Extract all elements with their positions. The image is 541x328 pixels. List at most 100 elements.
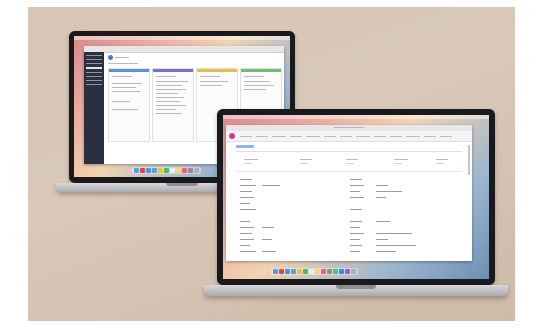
photos-icon[interactable] bbox=[297, 269, 302, 274]
field-label bbox=[240, 179, 252, 180]
field-label bbox=[350, 179, 362, 180]
field-label bbox=[240, 185, 256, 186]
card-text bbox=[200, 85, 222, 86]
field-label bbox=[350, 233, 364, 234]
toolbar-item[interactable] bbox=[390, 136, 402, 137]
menu-bar bbox=[74, 36, 290, 40]
card-text bbox=[200, 81, 228, 82]
card-text bbox=[112, 83, 142, 84]
field-value[interactable] bbox=[376, 221, 390, 222]
safari-icon[interactable] bbox=[146, 168, 151, 173]
mail-icon[interactable] bbox=[291, 269, 296, 274]
calendar-icon[interactable] bbox=[170, 168, 175, 173]
field-label bbox=[240, 191, 252, 192]
sidebar-item[interactable] bbox=[86, 63, 102, 64]
field-label bbox=[240, 245, 250, 246]
field-label bbox=[240, 227, 254, 228]
toolbar-item[interactable] bbox=[256, 136, 268, 137]
field-value[interactable] bbox=[376, 191, 402, 192]
safari-icon[interactable] bbox=[285, 269, 290, 274]
field-label bbox=[350, 227, 360, 228]
app-store-icon[interactable] bbox=[339, 269, 344, 274]
column-title bbox=[200, 76, 220, 77]
toolbar-item[interactable] bbox=[240, 136, 252, 137]
toolbar-item[interactable] bbox=[290, 136, 302, 137]
finder-icon[interactable] bbox=[134, 168, 139, 173]
dock bbox=[132, 167, 201, 174]
settings-icon[interactable] bbox=[188, 168, 193, 173]
field-value[interactable] bbox=[376, 185, 388, 186]
calendar-icon[interactable] bbox=[309, 269, 314, 274]
toolbar-item[interactable] bbox=[324, 136, 336, 137]
finder-icon[interactable] bbox=[273, 269, 278, 274]
field-value[interactable] bbox=[376, 239, 388, 240]
toolbar-item[interactable] bbox=[424, 136, 436, 137]
app-logo-icon bbox=[229, 133, 235, 139]
section-tab[interactable] bbox=[236, 145, 254, 148]
sidebar-item[interactable] bbox=[86, 76, 102, 77]
laptop-front bbox=[204, 109, 508, 309]
sidebar-item[interactable] bbox=[86, 55, 102, 56]
field-label bbox=[240, 233, 252, 234]
field-value[interactable] bbox=[262, 227, 274, 228]
column-title bbox=[244, 76, 264, 77]
column-header-bar bbox=[153, 69, 193, 72]
laptop-front-display bbox=[217, 109, 495, 285]
sidebar-item[interactable] bbox=[86, 84, 102, 85]
field-label bbox=[350, 245, 362, 246]
card-text bbox=[156, 101, 180, 102]
product-photo bbox=[28, 7, 515, 321]
music-icon[interactable] bbox=[321, 269, 326, 274]
field-value[interactable] bbox=[376, 233, 412, 234]
field-label bbox=[350, 221, 362, 222]
mail-icon[interactable] bbox=[152, 168, 157, 173]
card-text bbox=[156, 85, 182, 86]
notes-icon[interactable] bbox=[176, 168, 181, 173]
notes-icon[interactable] bbox=[315, 269, 320, 274]
music-icon[interactable] bbox=[182, 168, 187, 173]
card-text bbox=[156, 81, 188, 82]
sidebar-item[interactable] bbox=[86, 72, 102, 73]
toolbar-item[interactable] bbox=[272, 136, 286, 137]
settings-icon[interactable] bbox=[327, 269, 332, 274]
launchpad-icon[interactable] bbox=[140, 168, 145, 173]
card-text bbox=[112, 87, 136, 88]
launchpad-icon[interactable] bbox=[279, 269, 284, 274]
trash-icon[interactable] bbox=[194, 168, 199, 173]
field-value[interactable] bbox=[262, 251, 276, 252]
value-label bbox=[346, 163, 354, 164]
toolbar-item[interactable] bbox=[306, 136, 320, 137]
toolbar-item[interactable] bbox=[406, 136, 420, 137]
podcasts-icon[interactable] bbox=[345, 269, 350, 274]
field-value[interactable] bbox=[376, 251, 396, 252]
menu-bar bbox=[223, 115, 489, 119]
dock bbox=[271, 268, 358, 275]
card-text bbox=[244, 89, 266, 90]
toolbar-item[interactable] bbox=[440, 136, 452, 137]
column-header-bar bbox=[241, 69, 281, 72]
card-text bbox=[112, 91, 140, 92]
photos-icon[interactable] bbox=[158, 168, 163, 173]
field-value[interactable] bbox=[262, 239, 272, 240]
toolbar-item[interactable] bbox=[340, 136, 352, 137]
card-text bbox=[156, 109, 176, 110]
maps-icon[interactable] bbox=[333, 269, 338, 274]
column-title bbox=[156, 76, 176, 77]
column-header-bar bbox=[197, 69, 237, 72]
trash-icon[interactable] bbox=[351, 269, 356, 274]
messages-icon[interactable] bbox=[303, 269, 308, 274]
messages-icon[interactable] bbox=[164, 168, 169, 173]
field-value[interactable] bbox=[376, 245, 416, 246]
sidebar-item[interactable] bbox=[86, 80, 102, 81]
value-label bbox=[436, 163, 444, 164]
toolbar-item[interactable] bbox=[356, 136, 370, 137]
scrollbar[interactable] bbox=[468, 145, 470, 175]
column-label bbox=[394, 159, 408, 160]
sidebar-item[interactable] bbox=[86, 59, 102, 60]
field-value[interactable] bbox=[376, 197, 386, 198]
toolbar-item[interactable] bbox=[374, 136, 386, 137]
sidebar-item-active[interactable] bbox=[86, 67, 102, 69]
window-title-text bbox=[334, 127, 364, 128]
field-value[interactable] bbox=[262, 185, 280, 186]
app-toolbar bbox=[226, 131, 472, 142]
